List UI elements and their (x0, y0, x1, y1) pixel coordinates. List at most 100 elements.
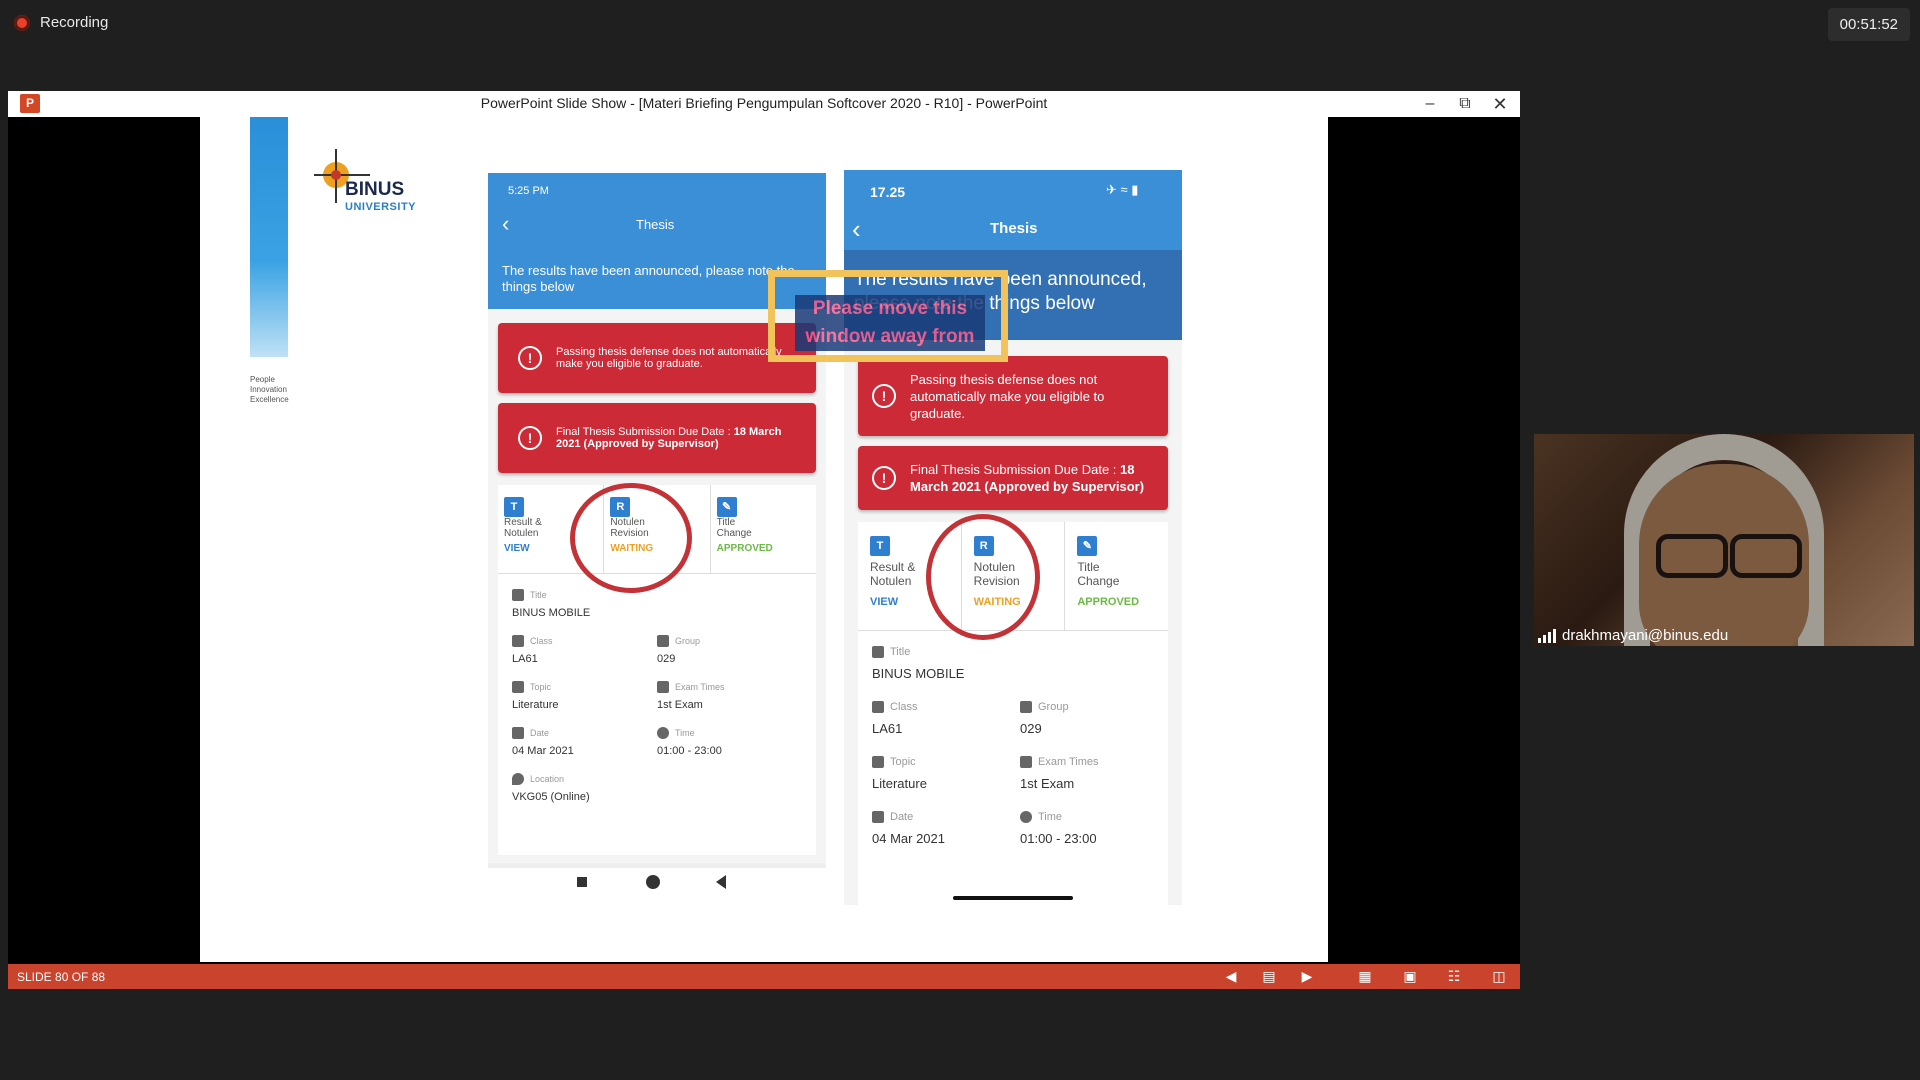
alert-due-date: ! Final Thesis Submission Due Date : 18 … (498, 403, 816, 473)
alert-text: Passing thesis defense does not automati… (910, 371, 1105, 421)
title-icon (512, 589, 524, 601)
header-title: Thesis (636, 217, 675, 232)
alert-text: Final Thesis Submission Due Date : 18 Ma… (910, 461, 1154, 495)
field-label: Group (675, 636, 701, 646)
tab-label: Change (1077, 574, 1120, 588)
alert-icon: ! (518, 346, 542, 370)
field-label: Title (530, 590, 547, 600)
location-value: VKG05 (Online) (512, 791, 590, 803)
tagline-line: Innovation (250, 385, 287, 394)
group-icon (1020, 701, 1032, 713)
normal-view-icon[interactable]: ▦ (1355, 967, 1375, 986)
class-label: Class (872, 701, 1020, 713)
field-label: Title (890, 646, 911, 658)
recording-indicator[interactable]: Recording (14, 14, 108, 31)
back-arrow-icon: ‹ (852, 214, 861, 244)
header-title: Thesis (990, 220, 1038, 237)
topic-label: Topic (872, 756, 1020, 768)
tagline: People Innovation Excellence (250, 375, 289, 405)
screen-share-warning: Please move this window away from (768, 270, 1008, 362)
participant-video[interactable]: drakhmayani@binus.edu (1534, 434, 1914, 646)
binus-logo: BINUS UNIVERSITY (310, 145, 430, 215)
group-label: Group (1020, 701, 1069, 713)
date-label: Date (872, 811, 1020, 823)
title-label: Title (512, 589, 812, 601)
row-date-time: Date 04 Mar 2021 Time 01:00 - 23:00 (872, 811, 1162, 846)
logo-name: BINUS (345, 179, 405, 200)
field-label: Date (890, 811, 914, 823)
group-label: Group (657, 635, 700, 647)
warning-text: Please move this window away from (795, 295, 985, 351)
group-icon (657, 635, 669, 647)
result-icon: T (870, 536, 890, 556)
field-label: Location (530, 774, 565, 784)
nav-recent-icon (577, 877, 587, 887)
alert-icon: ! (872, 466, 896, 490)
tab-status: APPROVED (716, 543, 773, 554)
tab-status: APPROVED (1077, 596, 1140, 608)
slideshow-status-bar: SLIDE 80 OF 88 ◀ ▤ ▶ ▦ ▣ ☷ ◫ (8, 964, 1520, 989)
alert-prefix: Final Thesis Submission Due Date : (556, 426, 734, 438)
exam-label: Exam Times (1020, 756, 1099, 768)
status-icons: ✈ ≈ ▮ (1106, 182, 1139, 197)
slide-decor-bar (250, 117, 288, 357)
tab-title-change[interactable]: ✎ Title Change APPROVED (711, 485, 816, 573)
topic-value: Literature (512, 699, 559, 711)
calendar-icon (1020, 756, 1032, 768)
row-class-group: Class LA61 Group 029 (872, 701, 1162, 756)
restore-button[interactable]: ⧉ (1448, 91, 1482, 117)
logo-sub: UNIVERSITY (345, 201, 417, 213)
field-label: Date (530, 728, 550, 738)
time-label: Time (657, 727, 722, 739)
slide-sorter-icon[interactable]: ▣ (1400, 967, 1420, 986)
slideshow-icon[interactable]: ◫ (1489, 967, 1509, 986)
thesis-card: T Result & Notulen VIEW R Notulen Revisi… (498, 483, 816, 855)
exam-value: 1st Exam (657, 699, 703, 711)
field-label: Class (890, 701, 918, 713)
result-icon: T (504, 497, 524, 517)
reading-view-icon[interactable]: ☷ (1444, 967, 1464, 986)
book-icon (512, 681, 524, 693)
class-label: Class (512, 635, 657, 647)
field-label: Class (530, 636, 553, 646)
date-label: Date (512, 727, 657, 739)
exam-label: Exam Times (657, 681, 725, 693)
tab-title-change[interactable]: ✎ Title Change APPROVED (1065, 522, 1168, 630)
time-value: 01:00 - 23:00 (1020, 831, 1097, 846)
status-time: 17.25 (870, 184, 906, 200)
alert-eligibility: ! Passing thesis defense does not automa… (858, 356, 1168, 436)
next-slide-icon[interactable]: ▶ (1297, 967, 1317, 986)
minimize-button[interactable]: – (1413, 91, 1447, 117)
menu-icon[interactable]: ▤ (1259, 967, 1279, 986)
participant-name: drakhmayani@binus.edu (1562, 627, 1729, 644)
back-arrow-icon: ‹ (502, 211, 510, 236)
clock-icon (1020, 811, 1032, 823)
tagline-line: People (250, 375, 275, 384)
glasses-right (1730, 534, 1802, 578)
title-change-icon: ✎ (1077, 536, 1098, 556)
slide-canvas[interactable]: BINUS UNIVERSITY People Innovation Excel… (200, 117, 1328, 962)
tab-label: Title (1077, 560, 1100, 574)
close-button[interactable]: ✕ (1483, 91, 1517, 117)
thesis-details: Title BINUS MOBILE Class LA61 Group 029 To… (512, 589, 812, 803)
title-label: Title (872, 646, 1162, 658)
highlight-circle (570, 483, 692, 593)
title-icon (872, 646, 884, 658)
alert-icon: ! (872, 384, 896, 408)
class-value: LA61 (512, 653, 538, 665)
row-topic-exam: Topic Literature Exam Times 1st Exam (872, 756, 1162, 811)
nav-back-icon (716, 875, 726, 889)
clock-icon (657, 727, 669, 739)
topic-value: Literature (872, 776, 927, 791)
row-class-group: Class LA61 Group 029 (512, 635, 812, 681)
alert-text: Final Thesis Submission Due Date : 18 Ma… (556, 426, 796, 450)
nav-divider (488, 863, 826, 868)
tab-label: Title (716, 517, 736, 528)
alert-due-date: ! Final Thesis Submission Due Date : 18 … (858, 446, 1168, 510)
tab-label: Change (716, 528, 752, 539)
previous-slide-icon[interactable]: ◀ (1221, 967, 1241, 986)
row-topic-exam: Topic Literature Exam Times 1st Exam (512, 681, 812, 727)
status-time: 5:25 PM (508, 185, 549, 197)
calendar-icon (512, 727, 524, 739)
book-icon (872, 756, 884, 768)
